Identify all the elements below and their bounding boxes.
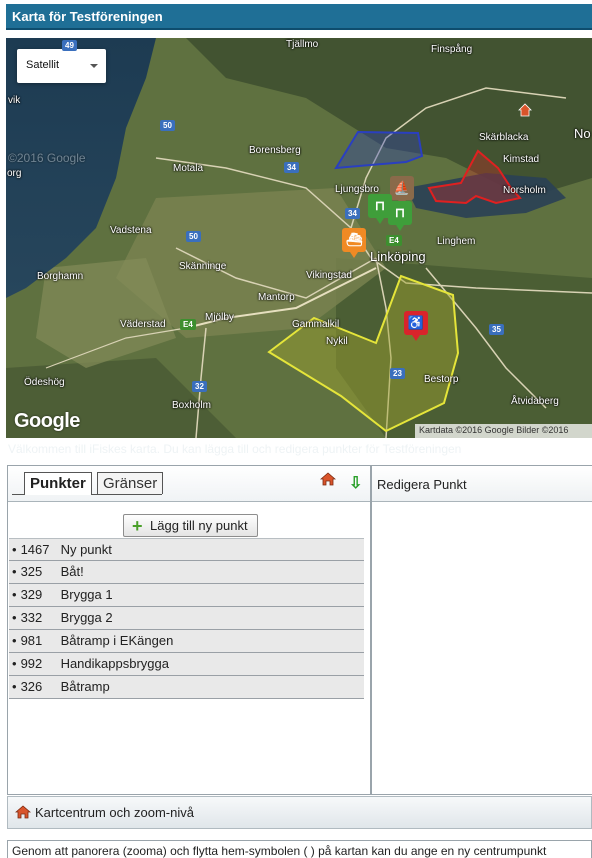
add-point-label: Lägg till ny punkt (150, 518, 248, 533)
place-label: Motala (173, 163, 204, 174)
bridge-icon: ⊓ (394, 205, 406, 220)
list-item[interactable]: • 329 Brygga 1 (9, 584, 364, 607)
boat-marker[interactable]: ⛵ (390, 176, 414, 206)
point-id: 992 (20, 656, 43, 671)
place-label: org (7, 168, 22, 179)
road-shield: 23 (390, 368, 405, 379)
road-shield: 49 (62, 40, 77, 51)
place-label: Bestorp (424, 374, 459, 385)
place-label: Vikingstad (306, 270, 352, 281)
point-name: Båtramp i EKängen (60, 633, 174, 648)
points-panel: Punkter Gränser ⇩ + Lägg till ny punkt •… (7, 465, 371, 795)
tab-punkter[interactable]: Punkter (24, 472, 92, 495)
wheelchair-marker[interactable]: ♿ (404, 311, 428, 341)
home-icon[interactable] (319, 472, 337, 486)
point-id: 332 (20, 610, 43, 625)
map-view[interactable]: Satellit Tjällmo Finspång Borensberg Mot… (6, 38, 592, 438)
list-item[interactable]: • 326 Båtramp (9, 676, 364, 699)
center-bar-label: Kartcentrum och zoom-nivå (35, 805, 194, 820)
road-shield: 34 (284, 162, 299, 173)
road-shield: 35 (489, 324, 504, 335)
point-name: Båt! (60, 564, 84, 579)
point-name: Brygga 2 (60, 610, 113, 625)
place-label: Ödeshög (24, 377, 65, 388)
page-title: Karta för Testföreningen (6, 4, 592, 30)
place-label: Borensberg (249, 145, 301, 156)
tab-bar: Punkter Gränser ⇩ (8, 466, 370, 502)
point-id: 329 (20, 587, 43, 602)
place-label: Gammalkil (292, 319, 340, 330)
place-label: No (574, 126, 591, 141)
point-name: Ny punkt (60, 542, 112, 557)
place-label: Linköping (370, 249, 426, 264)
google-logo: Google (14, 410, 80, 432)
map-imagery (6, 38, 592, 438)
boat-ramp-marker[interactable]: ⛴ (342, 228, 366, 258)
place-label: Linghem (437, 236, 476, 247)
point-name: Handikappsbrygga (60, 656, 169, 671)
boat-ramp-icon: ⛴ (345, 232, 363, 247)
place-label: Norsholm (503, 185, 546, 196)
list-item[interactable]: • 981 Båtramp i EKängen (9, 630, 364, 653)
place-label: Skärblacka (479, 132, 529, 143)
place-label: Borghamn (37, 271, 84, 282)
map-type-select[interactable]: Satellit (17, 49, 106, 83)
place-label: Mantorp (258, 292, 295, 303)
list-item[interactable]: • 1467 Ny punkt (9, 538, 364, 561)
place-label: Finspång (431, 44, 473, 55)
road-shield: 34 (345, 208, 360, 219)
tab-granser[interactable]: Gränser (97, 472, 164, 494)
place-label: Nykil (326, 336, 348, 347)
place-label: Skänninge (179, 261, 227, 272)
welcome-text: Välkommen till iFiskes karta. Du kan läg… (8, 442, 462, 456)
road-shield: 50 (186, 231, 201, 242)
point-name: Båtramp (60, 679, 110, 694)
place-label: Mjölby (205, 312, 234, 323)
place-label: Vadstena (110, 225, 152, 236)
plus-icon: + (132, 516, 143, 536)
point-id: 981 (20, 633, 43, 648)
place-label: Kimstad (503, 154, 540, 165)
point-id: 326 (20, 679, 43, 694)
road-shield: E4 (386, 235, 402, 246)
home-icon (14, 805, 32, 819)
map-center-zoom-bar[interactable]: Kartcentrum och zoom-nivå (7, 796, 592, 829)
road-shield: 50 (160, 120, 175, 131)
road-shield: 32 (192, 381, 207, 392)
road-shield: E4 (180, 319, 196, 330)
boat-icon: ⛵ (393, 180, 411, 195)
arrow-down-icon[interactable]: ⇩ (349, 473, 362, 493)
map-type-label: Satellit (26, 59, 60, 71)
chevron-down-icon (90, 64, 98, 68)
help-text: Genom att panorera (zooma) och flytta he… (7, 840, 592, 858)
edit-point-panel: Redigera Punkt (371, 465, 592, 795)
place-label: Väderstad (120, 319, 166, 330)
list-item[interactable]: • 325 Båt! (9, 561, 364, 584)
place-label: vik (8, 95, 21, 106)
bridge-icon: ⊓ (374, 198, 386, 213)
point-id: 325 (20, 564, 43, 579)
map-attribution[interactable]: Kartdata ©2016 Google Bilder ©2016 (415, 424, 592, 438)
point-name: Brygga 1 (60, 587, 113, 602)
edit-point-title: Redigera Punkt (372, 466, 592, 502)
list-item[interactable]: • 332 Brygga 2 (9, 607, 364, 630)
points-list: • 1467 Ny punkt • 325 Båt! • 329 Brygga 1 • 332… (9, 538, 364, 699)
list-item[interactable]: • 992 Handikappsbrygga (9, 653, 364, 676)
place-label: Boxholm (172, 400, 211, 411)
add-point-button[interactable]: + Lägg till ny punkt (123, 514, 258, 537)
place-label: Åtvidaberg (511, 396, 559, 407)
map-watermark: ©2016 Google (8, 151, 86, 165)
place-label: Tjällmo (286, 39, 319, 50)
wheelchair-icon: ♿ (407, 315, 425, 330)
point-id: 1467 (20, 542, 50, 557)
bridge-marker[interactable]: ⊓ (388, 201, 412, 231)
